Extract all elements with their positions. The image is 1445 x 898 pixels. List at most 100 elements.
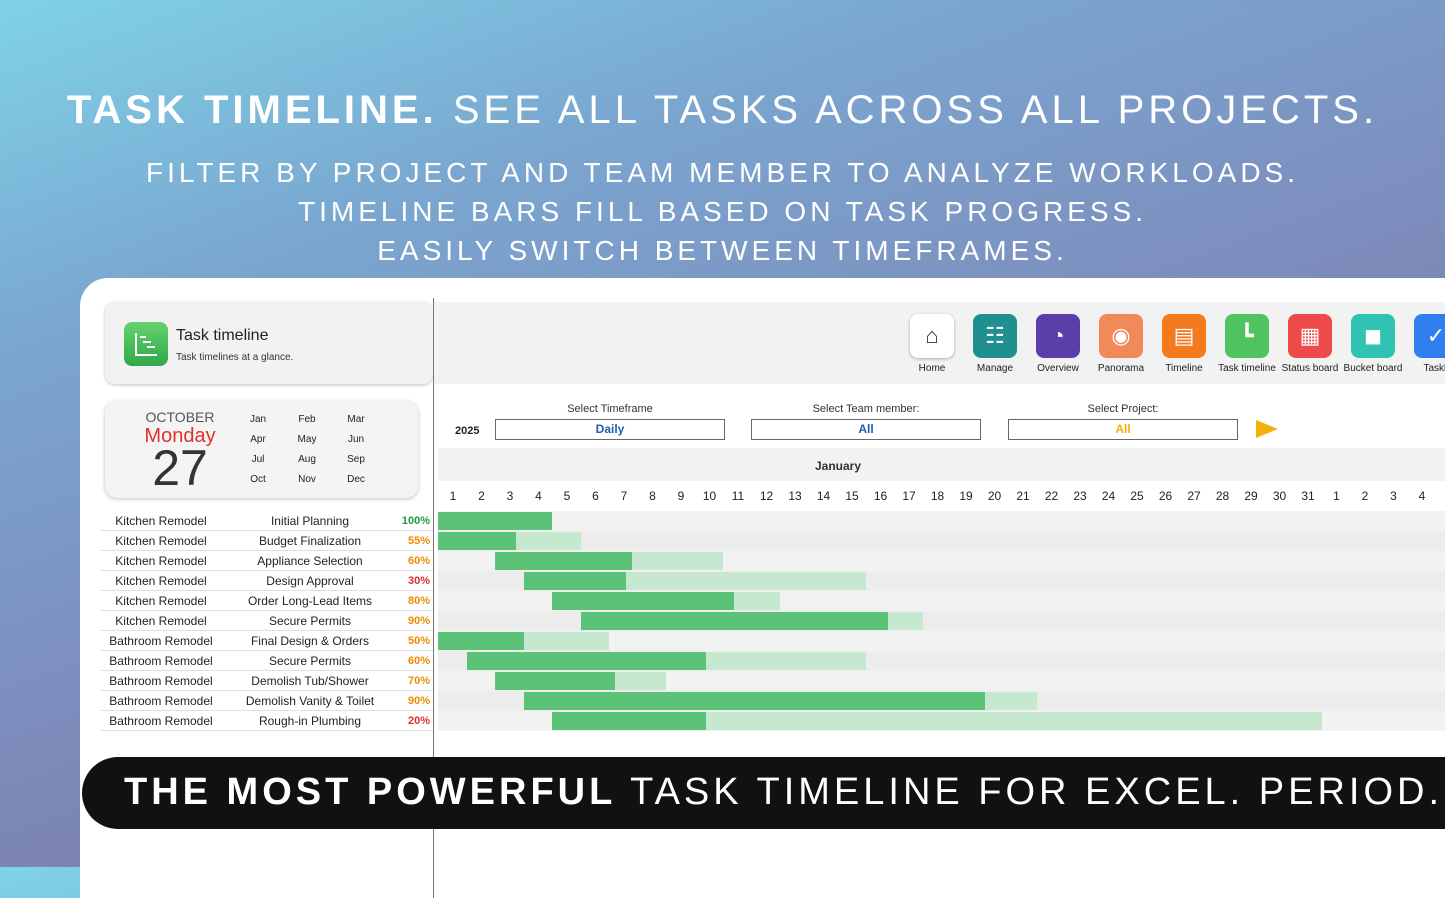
banner-bold: THE MOST POWERFUL bbox=[124, 771, 617, 813]
table-row[interactable]: Bathroom Remodel Final Design & Orders 50% bbox=[100, 631, 1445, 651]
day-number: 21 bbox=[1016, 489, 1030, 503]
table-row[interactable]: Bathroom Remodel Demolish Tub/Shower 70% bbox=[100, 671, 1445, 691]
arrow-right-icon[interactable] bbox=[1256, 420, 1278, 438]
day-number: 4 bbox=[1418, 489, 1426, 503]
table-row[interactable]: Kitchen Remodel Secure Permits 90% bbox=[100, 611, 1445, 631]
task-bar[interactable] bbox=[552, 712, 1322, 730]
month-option[interactable]: Jun bbox=[336, 434, 376, 445]
month-option[interactable]: Nov bbox=[287, 474, 327, 485]
progress-cell: 70% bbox=[407, 675, 430, 687]
row-divider bbox=[100, 730, 433, 731]
task-bar[interactable] bbox=[523, 692, 1037, 710]
nav-item-timeline[interactable]: ▤ Timeline bbox=[1153, 314, 1215, 374]
project-cell: Kitchen Remodel bbox=[115, 534, 207, 548]
month-option[interactable]: Jan bbox=[238, 414, 278, 425]
task-cell: Order Long-Lead Items bbox=[247, 594, 373, 608]
day-number: 20 bbox=[987, 489, 1002, 503]
table-row[interactable]: Kitchen Remodel Appliance Selection 60% bbox=[100, 551, 1445, 571]
table-row[interactable]: Kitchen Remodel Design Approval 30% bbox=[100, 571, 1445, 591]
month-option[interactable]: May bbox=[287, 434, 327, 445]
project-cell: Bathroom Remodel bbox=[109, 634, 213, 648]
timeframe-select[interactable]: Daily bbox=[495, 419, 725, 440]
task-bar[interactable] bbox=[495, 552, 723, 570]
month-option[interactable]: Apr bbox=[238, 434, 278, 445]
progress-cell: 60% bbox=[407, 555, 430, 567]
nav-item-panorama[interactable]: ◉ Panorama bbox=[1090, 314, 1152, 374]
page-subtitle: Task timelines at a glance. bbox=[176, 352, 294, 363]
day-number: 8 bbox=[649, 489, 656, 503]
month-option[interactable]: Sep bbox=[336, 454, 376, 465]
task-bar[interactable] bbox=[495, 672, 666, 690]
nav-item-task-timeline[interactable]: ┗ Task timeline bbox=[1216, 314, 1278, 374]
day-number: 17 bbox=[902, 489, 916, 503]
day-number: 19 bbox=[959, 489, 973, 503]
task-bar-progress bbox=[523, 572, 627, 590]
nav-item-overview[interactable]: ◔ Overview bbox=[1027, 314, 1089, 374]
day-number: 24 bbox=[1101, 489, 1116, 503]
task-bar[interactable] bbox=[466, 652, 866, 670]
month-option[interactable]: Oct bbox=[238, 474, 278, 485]
bucket-icon: ◼ bbox=[1351, 314, 1395, 358]
task-bar[interactable] bbox=[552, 592, 780, 610]
table-row[interactable]: Kitchen Remodel Initial Planning 100% bbox=[100, 511, 1445, 531]
task-bar[interactable] bbox=[523, 572, 866, 590]
org-chart-icon: ☷ bbox=[973, 314, 1017, 358]
day-number: 25 bbox=[1130, 489, 1144, 503]
table-row[interactable]: Bathroom Remodel Rough-in Plumbing 20% bbox=[100, 711, 1445, 731]
progress-cell: 55% bbox=[407, 535, 430, 547]
day-number: 26 bbox=[1158, 489, 1173, 503]
banner-text: THE MOST POWERFUL TASK TIMELINE FOR EXCE… bbox=[124, 771, 1443, 814]
project-cell: Kitchen Remodel bbox=[115, 554, 207, 568]
timeline-lane bbox=[438, 551, 1445, 571]
status-board-icon: ▦ bbox=[1288, 314, 1332, 358]
progress-cell: 20% bbox=[407, 715, 430, 727]
day-number: 29 bbox=[1244, 489, 1258, 503]
member-select[interactable]: All bbox=[751, 419, 981, 440]
timeline-lane bbox=[438, 591, 1445, 611]
day-number: 15 bbox=[845, 489, 859, 503]
month-option[interactable]: Aug bbox=[287, 454, 327, 465]
month-option[interactable]: Jul bbox=[238, 454, 278, 465]
day-number: 28 bbox=[1215, 489, 1230, 503]
day-number: 13 bbox=[788, 489, 802, 503]
nav-item-manage[interactable]: ☷ Manage bbox=[964, 314, 1026, 374]
table-row[interactable]: Kitchen Remodel Order Long-Lead Items 80% bbox=[100, 591, 1445, 611]
task-timeline-icon bbox=[124, 322, 168, 366]
nav-item-home[interactable]: ⌂ Home bbox=[901, 314, 963, 374]
task-bar-progress bbox=[438, 532, 517, 550]
day-number: 14 bbox=[816, 489, 831, 503]
hero-subtext-line: EASILY SWITCH BETWEEN TIMEFRAMES. bbox=[377, 235, 1068, 266]
nav-item-bucket-board[interactable]: ◼ Bucket board bbox=[1342, 314, 1404, 374]
task-bar-progress bbox=[523, 692, 986, 710]
task-bar[interactable] bbox=[580, 612, 923, 630]
month-option[interactable]: Mar bbox=[336, 414, 376, 425]
progress-cell: 50% bbox=[407, 635, 430, 647]
task-bar[interactable] bbox=[438, 532, 581, 550]
nav-item-label: Taskli bbox=[1423, 363, 1445, 374]
nav-item-status-board[interactable]: ▦ Status board bbox=[1279, 314, 1341, 374]
task-bar[interactable] bbox=[438, 632, 609, 650]
promo-banner: THE MOST POWERFUL TASK TIMELINE FOR EXCE… bbox=[82, 757, 1445, 829]
hero-subtext-line: FILTER BY PROJECT AND TEAM MEMBER TO ANA… bbox=[145, 157, 1300, 188]
progress-cell: 60% bbox=[407, 655, 430, 667]
hero-headline-rest: SEE ALL TASKS ACROSS ALL PROJECTS. bbox=[437, 88, 1379, 132]
project-select[interactable]: All bbox=[1008, 419, 1238, 440]
task-bar[interactable] bbox=[438, 512, 552, 530]
table-row[interactable]: Kitchen Remodel Budget Finalization 55% bbox=[100, 531, 1445, 551]
day-number: 12 bbox=[759, 489, 774, 503]
table-row[interactable]: Bathroom Remodel Secure Permits 60% bbox=[100, 651, 1445, 671]
date-day: 27 bbox=[152, 440, 208, 496]
nav-item-taskli[interactable]: ✓ Taskli bbox=[1405, 314, 1445, 374]
task-bar-progress bbox=[495, 672, 615, 690]
day-number: 27 bbox=[1187, 489, 1201, 503]
day-number: 3 bbox=[506, 489, 514, 503]
nav-item-label: Home bbox=[918, 363, 946, 374]
progress-cell: 100% bbox=[401, 515, 430, 527]
table-row[interactable]: Bathroom Remodel Demolish Vanity & Toilet… bbox=[100, 691, 1445, 711]
task-timeline-icon: ┗ bbox=[1225, 314, 1269, 358]
month-option[interactable]: Dec bbox=[336, 474, 376, 485]
timeline-icon: ▤ bbox=[1162, 314, 1206, 358]
month-option[interactable]: Feb bbox=[287, 414, 327, 425]
task-cell: Design Approval bbox=[266, 574, 354, 588]
day-number: 9 bbox=[677, 489, 685, 503]
